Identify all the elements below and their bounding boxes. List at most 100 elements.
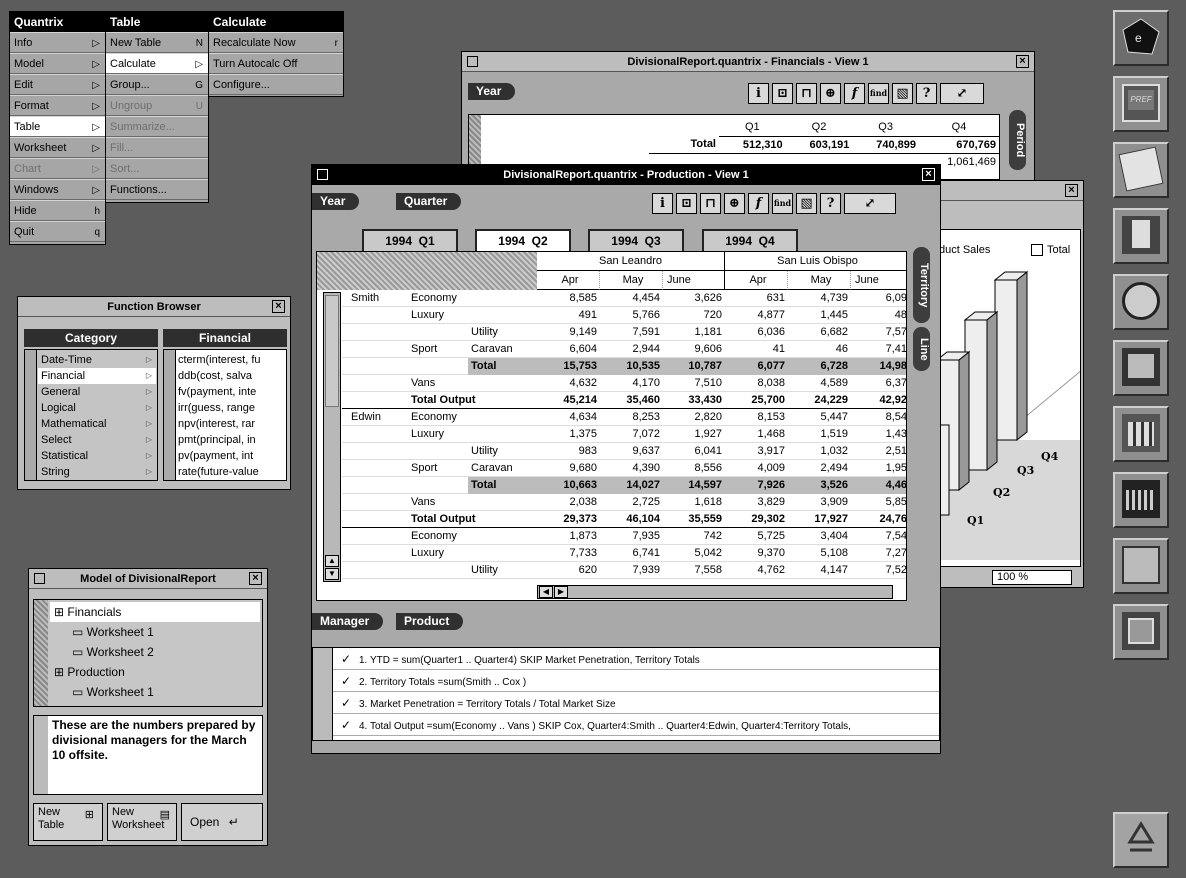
cell[interactable]: 4,390	[600, 460, 663, 477]
cell[interactable]: 7,558	[663, 562, 725, 579]
cell[interactable]: 2,51	[851, 443, 906, 460]
scroll-left-icon[interactable]: ◀	[539, 586, 553, 598]
cell[interactable]: 1,181	[663, 324, 725, 341]
tab-1994-q4[interactable]: 1994 Q4	[702, 229, 798, 251]
cell[interactable]: 4,634	[537, 409, 600, 426]
preferences-icon[interactable]: PREF	[1113, 76, 1169, 132]
category-item[interactable]: General ▷	[38, 384, 156, 400]
cell[interactable]: 7,935	[600, 528, 663, 545]
tm-icon[interactable]	[1113, 274, 1169, 330]
table-menu-title[interactable]: Table	[106, 12, 208, 32]
cell[interactable]: 6,041	[663, 443, 725, 460]
tree-worksheet-item[interactable]: ▭ Worksheet 1	[50, 682, 260, 702]
formula-row[interactable]: ✓ 4. Total Output =sum(Economy .. Vans ) …	[333, 714, 939, 736]
cell[interactable]: 48	[851, 307, 906, 324]
cell[interactable]: 512,310	[719, 136, 786, 154]
miniaturize-icon[interactable]	[317, 169, 328, 180]
close-icon[interactable]: ×	[1065, 184, 1078, 197]
cell[interactable]: 1,032	[788, 443, 851, 460]
target-icon[interactable]: ⊕	[724, 193, 745, 214]
cell[interactable]: 1,43	[851, 426, 906, 443]
menu-item-model[interactable]: Model ▷	[10, 53, 105, 74]
cell[interactable]: 1,375	[537, 426, 600, 443]
menu-item-hide[interactable]: Hide h	[10, 200, 105, 221]
formula-row[interactable]: ✓ 2. Territory Totals =sum(Smith .. Cox )	[333, 670, 939, 692]
scroll-right-icon[interactable]: ▶	[554, 586, 568, 598]
cell[interactable]: 4,009	[725, 460, 788, 477]
zoom-field[interactable]: 100 %	[992, 570, 1072, 585]
period-tab[interactable]: Period	[1009, 110, 1026, 170]
cell[interactable]: 8,038	[725, 375, 788, 392]
new-worksheet-button[interactable]: New Worksheet ▤	[107, 803, 177, 841]
cell[interactable]: 7,926	[725, 477, 788, 494]
cell[interactable]: 4,589	[788, 375, 851, 392]
menu-item-new-table[interactable]: New Table N	[106, 32, 208, 53]
function-item[interactable]: irr(guess, range	[178, 400, 286, 416]
cell[interactable]: 24,229	[788, 392, 851, 409]
cell[interactable]: 4,877	[725, 307, 788, 324]
improv-icon[interactable]	[1113, 406, 1169, 462]
model-titlebar[interactable]: Model of DivisionalReport ×	[29, 569, 267, 589]
recycler-icon[interactable]	[1113, 812, 1169, 868]
tab-1994-q2[interactable]: 1994 Q2	[475, 229, 571, 251]
cell[interactable]: 33,430	[663, 392, 725, 409]
cell[interactable]: 5,108	[788, 545, 851, 562]
category-item[interactable]: Mathematical ▷	[38, 416, 156, 432]
cell[interactable]: 631	[725, 290, 788, 307]
cell[interactable]: 4,147	[788, 562, 851, 579]
cell[interactable]: 8,585	[537, 290, 600, 307]
cell[interactable]: 6,09	[851, 290, 906, 307]
cell[interactable]: 2,725	[600, 494, 663, 511]
cell[interactable]: 35,460	[600, 392, 663, 409]
cell[interactable]: 3,917	[725, 443, 788, 460]
cell[interactable]: 45,214	[537, 392, 600, 409]
category-item[interactable]: Financial ▷	[38, 368, 156, 384]
menu-item-summarize[interactable]: Summarize...	[106, 116, 208, 137]
formula-row[interactable]: ✓ 1. YTD = sum(Quarter1 .. Quarter4) SKIP…	[333, 648, 939, 670]
cell[interactable]: 10,535	[600, 358, 663, 375]
menu-item-info[interactable]: Info ▷	[10, 32, 105, 53]
category-item[interactable]: Select ▷	[38, 432, 156, 448]
function-item[interactable]: rate(future-value	[178, 464, 286, 480]
menu-item-group[interactable]: Group... G	[106, 74, 208, 95]
menu-item-fill[interactable]: Fill...	[106, 137, 208, 158]
cell[interactable]: 29,373	[537, 511, 600, 528]
tree-table-item[interactable]: ⊞ Production	[50, 662, 260, 682]
cell[interactable]: 5,766	[600, 307, 663, 324]
cell[interactable]: 24,76	[851, 511, 906, 528]
close-icon[interactable]: ×	[249, 572, 262, 585]
calendar-icon[interactable]	[1113, 538, 1169, 594]
cell[interactable]: 8,54	[851, 409, 906, 426]
cell[interactable]: 9,370	[725, 545, 788, 562]
miniaturize-icon[interactable]	[467, 56, 478, 67]
menu-item-recalculate-now[interactable]: Recalculate Now r	[209, 32, 343, 53]
help-button[interactable]: ?	[820, 193, 841, 214]
function-item[interactable]: npv(interest, rar	[178, 416, 286, 432]
print-icon[interactable]: ▧	[796, 193, 817, 214]
menu-item-ungroup[interactable]: Ungroup U	[106, 95, 208, 116]
cell[interactable]: 5,725	[725, 528, 788, 545]
cell[interactable]: 3,626	[663, 290, 725, 307]
cell[interactable]: 6,741	[600, 545, 663, 562]
open-button[interactable]: Open ↵	[181, 803, 263, 841]
year-pill[interactable]: Year	[468, 83, 516, 100]
category-item[interactable]: String ▷	[38, 464, 156, 480]
tree-worksheet-item[interactable]: ▭ Worksheet 1	[50, 622, 260, 642]
financials-titlebar[interactable]: DivisionalReport.quantrix - Financials -…	[462, 52, 1034, 72]
tree-table-item[interactable]: ⊞ Financials	[50, 602, 260, 622]
cell[interactable]: 4,46	[851, 477, 906, 494]
cell[interactable]: 1,468	[725, 426, 788, 443]
cell[interactable]: 1,618	[663, 494, 725, 511]
cell[interactable]: 3,526	[788, 477, 851, 494]
cell[interactable]: 9,149	[537, 324, 600, 341]
expand-icon[interactable]: ⤢	[940, 83, 984, 104]
find-button[interactable]: find	[868, 83, 889, 104]
cell[interactable]: 9,637	[600, 443, 663, 460]
miniaturize-icon[interactable]	[34, 573, 45, 584]
calculate-menu-title[interactable]: Calculate	[209, 12, 343, 32]
function-item[interactable]: fv(payment, inte	[178, 384, 286, 400]
cell[interactable]: 7,54	[851, 528, 906, 545]
formula-button[interactable]: f	[844, 83, 865, 104]
cell[interactable]: 2,038	[537, 494, 600, 511]
cell[interactable]: 1,445	[788, 307, 851, 324]
